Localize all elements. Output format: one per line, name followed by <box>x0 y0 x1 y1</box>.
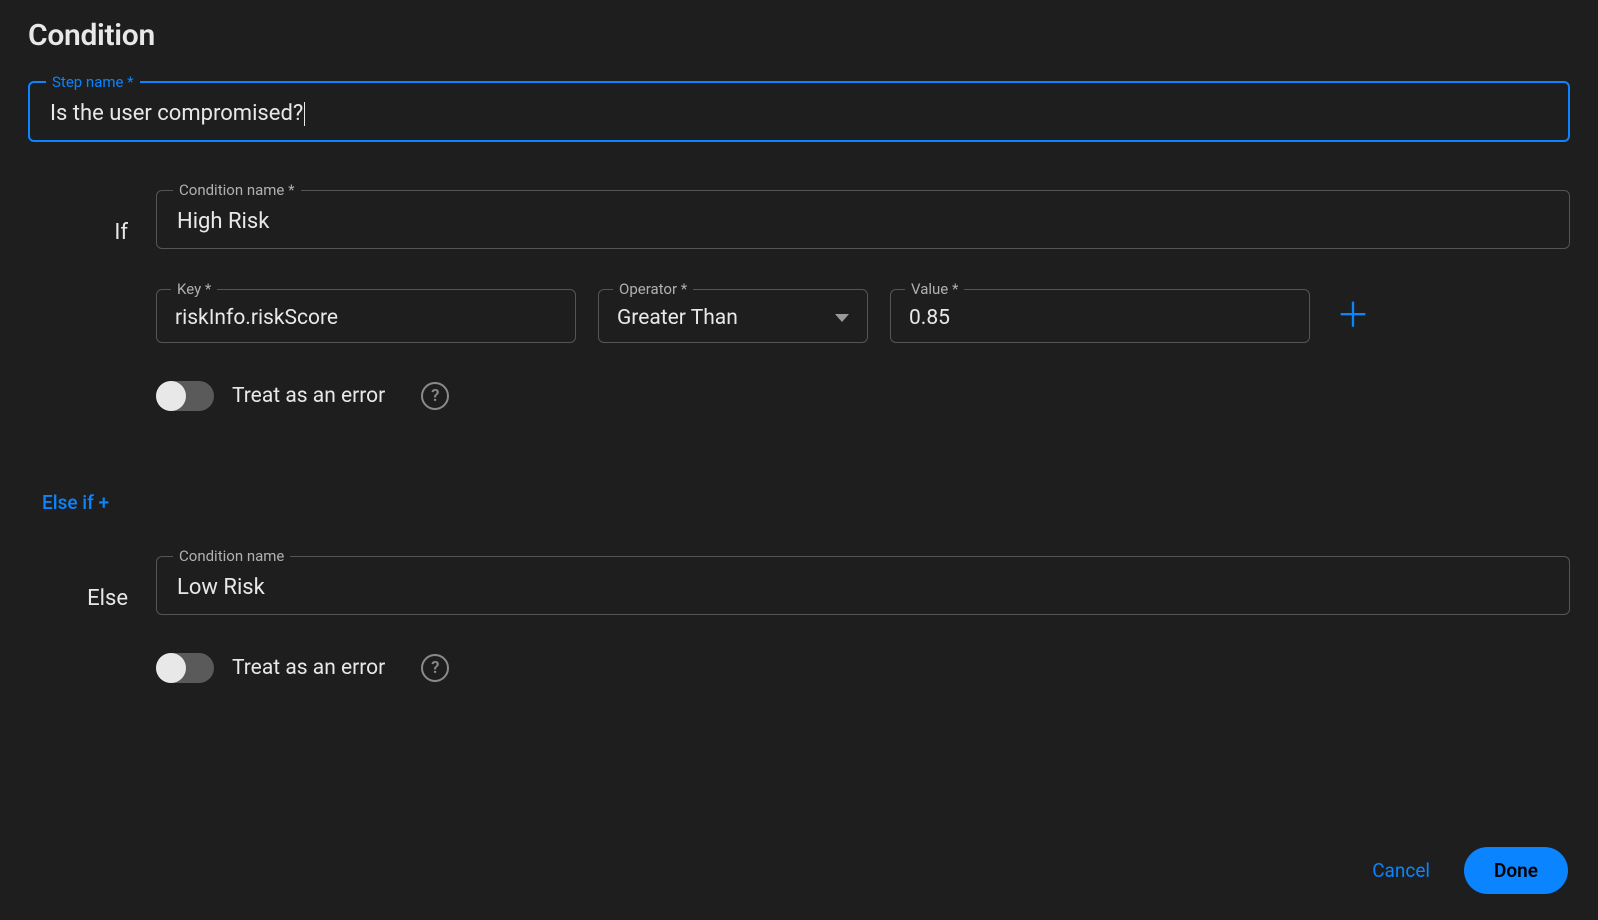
key-label: Key * <box>171 280 217 298</box>
help-icon[interactable]: ? <box>421 382 449 410</box>
if-treat-as-error-toggle[interactable] <box>156 381 214 411</box>
condition-expression-row: Key * Operator * Greater Than Value * ＋ <box>156 289 1570 343</box>
else-treat-as-error-label: Treat as an error <box>232 656 385 680</box>
value-label: Value * <box>905 280 964 298</box>
else-condition-name-wrapper[interactable]: Condition name <box>156 556 1570 615</box>
dialog-footer: Cancel Done <box>1372 847 1568 894</box>
step-name-input[interactable]: Is the user compromised? <box>50 101 303 126</box>
if-treat-as-error-row: Treat as an error ? <box>156 381 1570 411</box>
else-treat-as-error-toggle[interactable] <box>156 653 214 683</box>
operator-select[interactable]: Greater Than <box>617 306 738 330</box>
else-label: Else <box>28 556 128 611</box>
step-name-label: Step name * <box>46 73 140 91</box>
value-input[interactable] <box>909 306 1291 330</box>
else-section: Else Condition name Treat as an error ? <box>28 556 1570 683</box>
if-condition-name-label: Condition name * <box>173 181 301 199</box>
help-icon[interactable]: ? <box>421 654 449 682</box>
step-name-field-wrapper[interactable]: Step name * Is the user compromised? <box>28 81 1570 142</box>
if-label: If <box>28 190 128 245</box>
else-condition-name-label: Condition name <box>173 547 290 565</box>
page-title: Condition <box>28 18 1570 53</box>
cancel-button[interactable]: Cancel <box>1372 859 1430 882</box>
toggle-knob <box>156 653 186 683</box>
key-field-wrapper[interactable]: Key * <box>156 289 576 343</box>
if-condition-name-input[interactable] <box>177 209 1549 234</box>
else-if-add-link[interactable]: Else if + <box>42 491 109 514</box>
if-section: If Condition name * Key * Operator * Gre… <box>28 190 1570 411</box>
toggle-knob <box>156 381 186 411</box>
if-condition-name-wrapper[interactable]: Condition name * <box>156 190 1570 249</box>
operator-label: Operator * <box>613 280 693 298</box>
if-treat-as-error-label: Treat as an error <box>232 384 385 408</box>
else-treat-as-error-row: Treat as an error ? <box>156 653 1570 683</box>
value-field-wrapper[interactable]: Value * <box>890 289 1310 343</box>
key-input[interactable] <box>175 306 557 330</box>
operator-field-wrapper[interactable]: Operator * Greater Than <box>598 289 868 343</box>
text-cursor <box>304 102 305 126</box>
chevron-down-icon <box>835 314 849 322</box>
else-condition-name-input[interactable] <box>177 575 1549 600</box>
add-condition-icon[interactable]: ＋ <box>1332 299 1374 333</box>
done-button[interactable]: Done <box>1464 847 1568 894</box>
